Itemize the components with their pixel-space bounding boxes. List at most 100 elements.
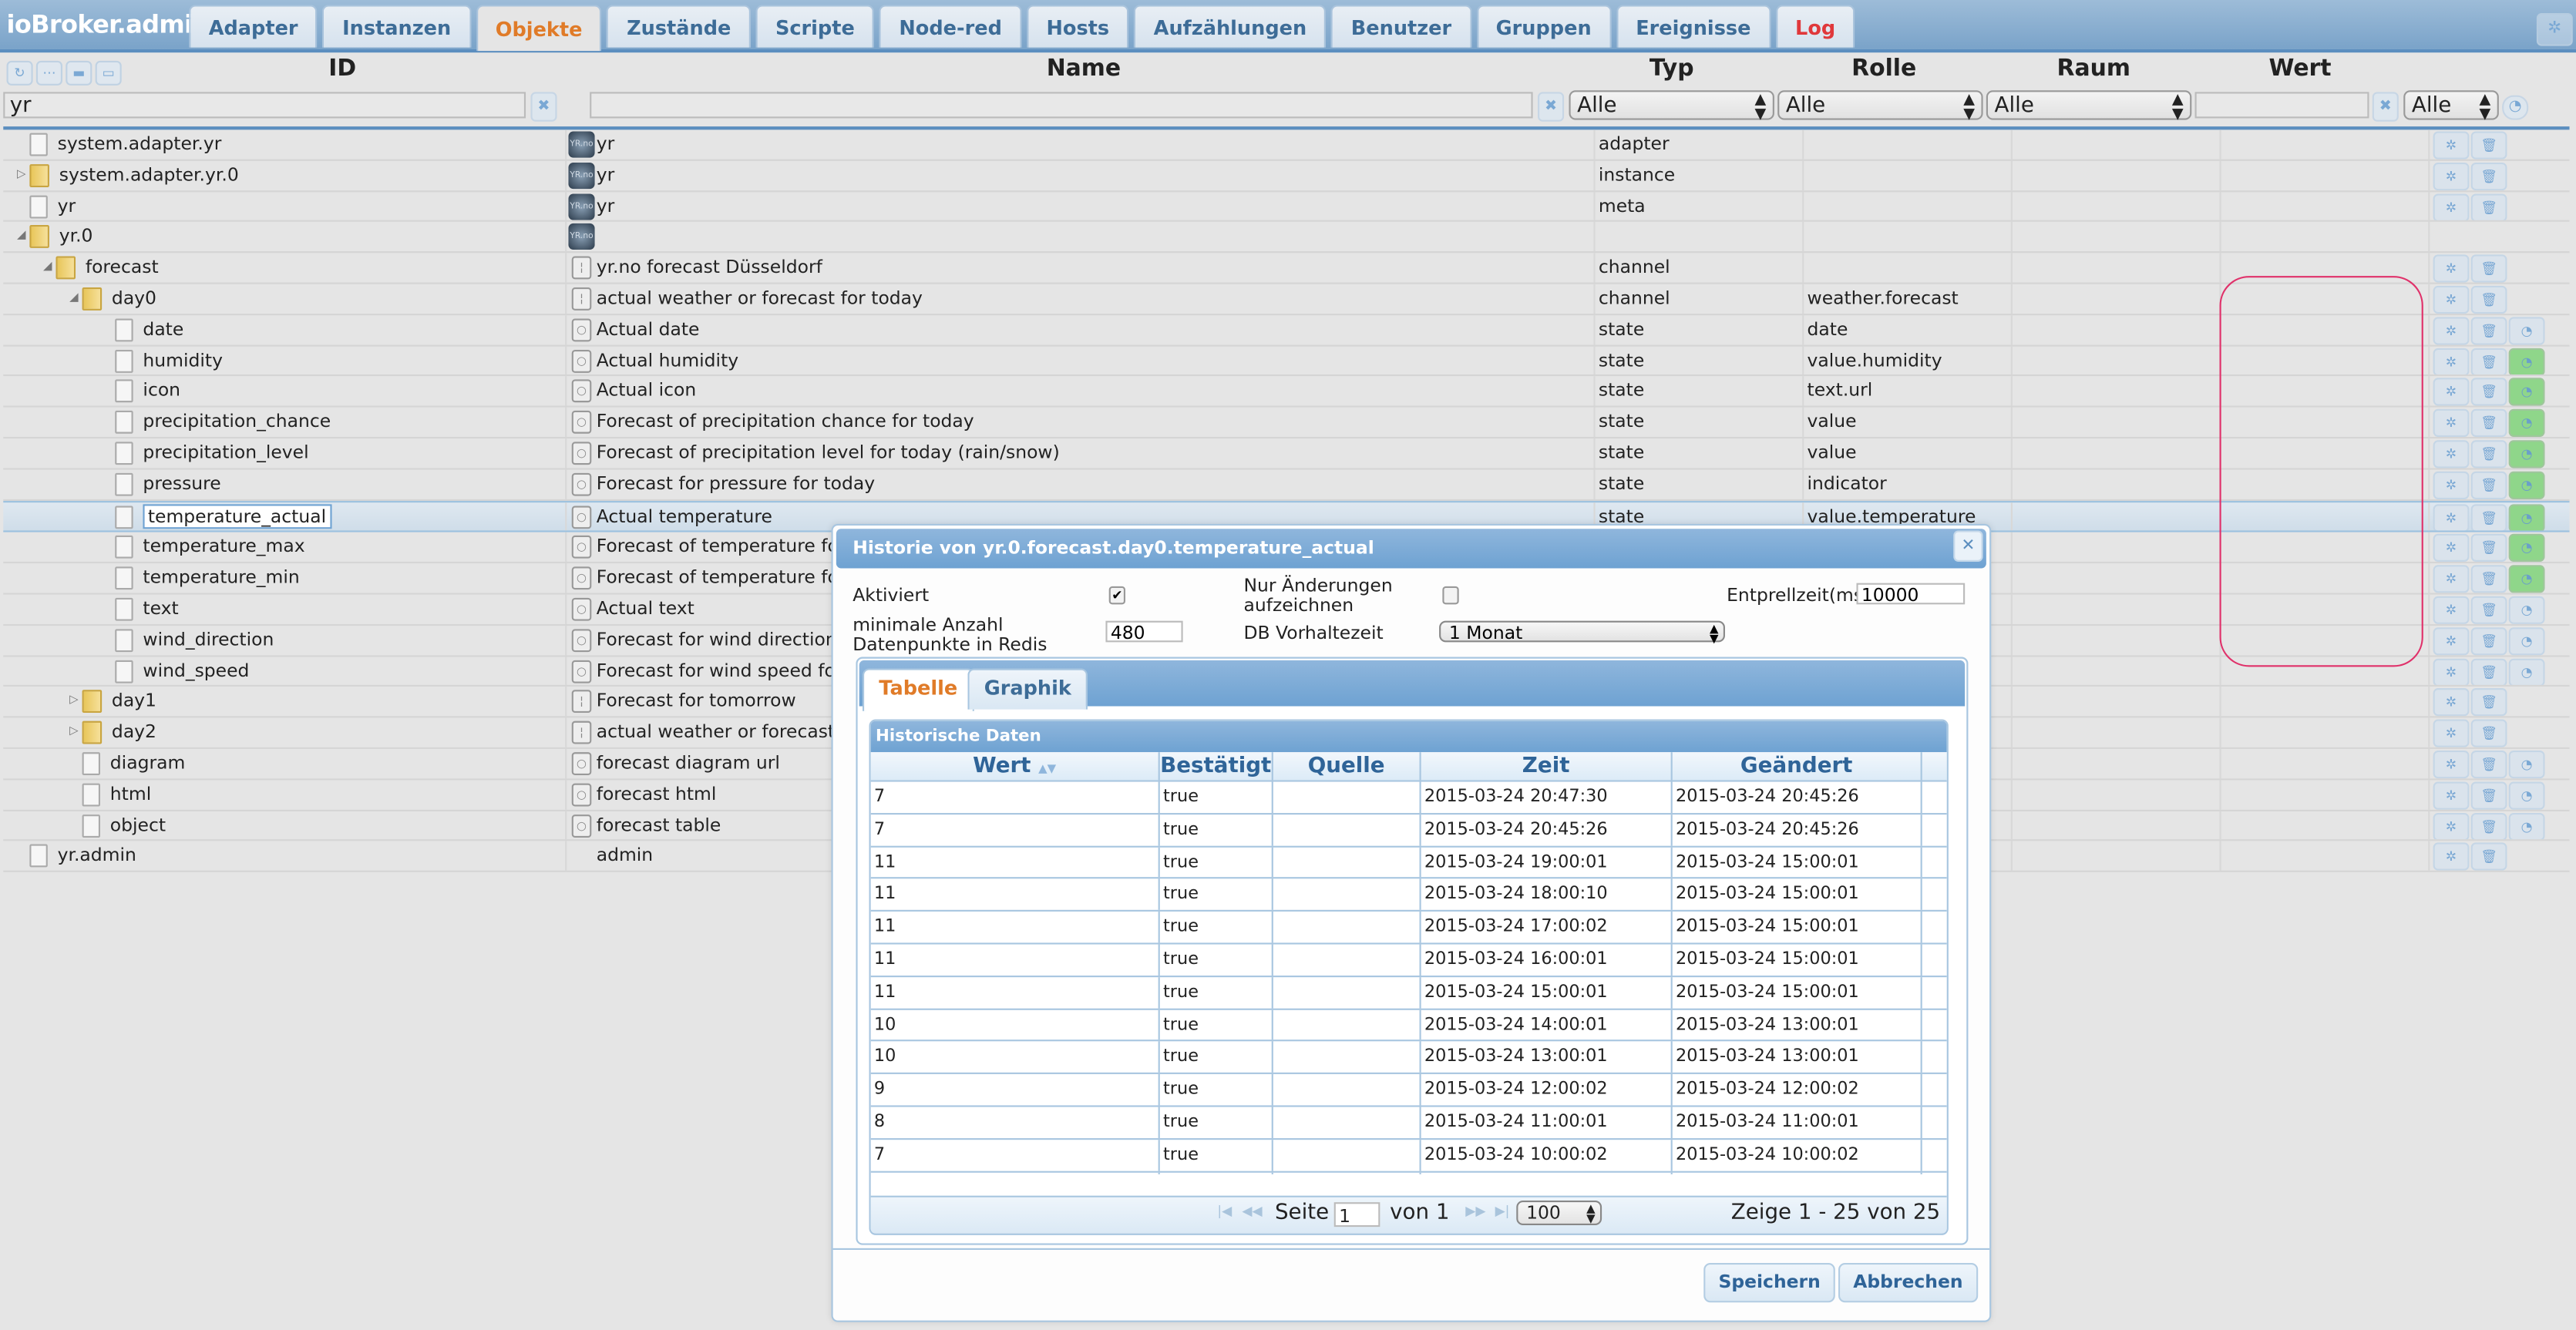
- min-datenpunkte-input[interactable]: 480: [1105, 620, 1183, 644]
- grid-col-zeit[interactable]: Zeit: [1421, 752, 1673, 781]
- tree-row[interactable]: precipitation_chance ○ Forecast of precipi…: [3, 407, 2570, 439]
- tree-row[interactable]: icon ○ Actual icon state text.url ✲ 🗑 ◔: [3, 376, 2570, 408]
- grid-row[interactable]: 8 true 2015-03-24 11:00:01 2015-03-24 11:00…: [870, 1107, 1947, 1140]
- delete-button[interactable]: 🗑: [2470, 596, 2507, 624]
- tab-zust-nde[interactable]: Zustände: [607, 5, 751, 48]
- tab-ereignisse[interactable]: Ereignisse: [1616, 5, 1771, 48]
- tab-node-red[interactable]: Node-red: [879, 5, 1022, 48]
- edit-button[interactable]: ✲: [2433, 657, 2470, 686]
- history-filter-select[interactable]: Alle ▲ ▼: [2403, 90, 2499, 123]
- tree-row[interactable]: system.adapter.yr YR.no yr adapter ✲ 🗑: [3, 129, 2570, 161]
- history-button[interactable]: ◔: [2508, 781, 2545, 809]
- delete-button[interactable]: 🗑: [2470, 781, 2507, 809]
- history-button[interactable]: ◔: [2508, 657, 2545, 686]
- refresh-button[interactable]: ↻: [6, 60, 33, 86]
- grid-row[interactable]: 7 true 2015-03-24 20:47:30 2015-03-24 20:45…: [870, 781, 1947, 814]
- edit-button[interactable]: ✲: [2433, 719, 2470, 747]
- grid-col-wert[interactable]: Wert ▲▼: [871, 752, 1160, 781]
- column-header-rolle[interactable]: Rolle: [1851, 55, 1916, 82]
- delete-button[interactable]: 🗑: [2470, 162, 2507, 190]
- delete-button[interactable]: 🗑: [2470, 843, 2507, 871]
- history-button[interactable]: ◔: [2508, 534, 2545, 563]
- history-button[interactable]: ◔: [2508, 471, 2545, 499]
- tab-adapter[interactable]: Adapter: [189, 5, 318, 48]
- tree-row[interactable]: humidity ○ Actual humidity state value.humid…: [3, 345, 2570, 377]
- delete-button[interactable]: 🗑: [2470, 254, 2507, 283]
- delete-button[interactable]: 🗑: [2470, 719, 2507, 747]
- settings-button[interactable]: ✲: [2536, 13, 2573, 46]
- tab-tabelle[interactable]: Tabelle: [862, 668, 974, 711]
- grid-row[interactable]: 10 true 2015-03-24 14:00:01 2015-03-24 13:0…: [870, 1009, 1947, 1043]
- collapse-folders-button[interactable]: ▬: [66, 60, 92, 86]
- tree-row[interactable]: ◢ yr.0 YR.no: [3, 222, 2570, 254]
- delete-button[interactable]: 🗑: [2470, 750, 2507, 778]
- delete-button[interactable]: 🗑: [2470, 193, 2507, 221]
- aktiviert-checkbox[interactable]: ✔: [1108, 586, 1126, 605]
- delete-button[interactable]: 🗑: [2470, 347, 2507, 375]
- tab-aufz-hlungen[interactable]: Aufzählungen: [1134, 5, 1327, 48]
- save-button[interactable]: Speichern: [1703, 1263, 1836, 1303]
- grid-row[interactable]: 11 true 2015-03-24 15:00:01 2015-03-24 15:0…: [870, 976, 1947, 1009]
- rows-per-page-select[interactable]: 100 ▲ ▼: [1516, 1201, 1602, 1226]
- delete-button[interactable]: 🗑: [2470, 657, 2507, 686]
- first-page-button[interactable]: |◀: [1217, 1204, 1232, 1218]
- grid-row[interactable]: 9 true 2015-03-24 12:00:02 2015-03-24 12:00…: [870, 1074, 1947, 1107]
- wert-filter-clear-button[interactable]: ✖: [2372, 92, 2399, 122]
- edit-button[interactable]: ✲: [2433, 193, 2470, 221]
- delete-button[interactable]: 🗑: [2470, 440, 2507, 468]
- column-header-id[interactable]: ID: [328, 55, 356, 82]
- rolle-filter-select[interactable]: Alle ▲ ▼: [1777, 90, 1983, 123]
- cancel-button[interactable]: Abbrechen: [1838, 1263, 1978, 1303]
- column-header-wert[interactable]: Wert: [2268, 55, 2331, 82]
- tab-hosts[interactable]: Hosts: [1026, 5, 1129, 48]
- delete-button[interactable]: 🗑: [2470, 688, 2507, 717]
- tree-row[interactable]: date ○ Actual date state date ✲ 🗑 ◔: [3, 314, 2570, 346]
- expand-icon[interactable]: ▷: [66, 687, 82, 717]
- tree-row[interactable]: pressure ○ Forecast for pressure for today…: [3, 469, 2570, 501]
- collapse-icon[interactable]: ◢: [13, 223, 29, 252]
- delete-button[interactable]: 🗑: [2470, 378, 2507, 406]
- history-button[interactable]: ◔: [2508, 409, 2545, 437]
- grid-row[interactable]: 10 true 2015-03-24 13:00:01 2015-03-24 13:0…: [870, 1042, 1947, 1075]
- edit-button[interactable]: ✲: [2433, 781, 2470, 809]
- prev-page-button[interactable]: ◀◀: [1242, 1204, 1262, 1218]
- tab-log[interactable]: Log: [1775, 5, 1855, 48]
- name-filter-clear-button[interactable]: ✖: [1537, 92, 1565, 122]
- collapse-icon[interactable]: ◢: [66, 284, 82, 314]
- wert-filter-input[interactable]: [2194, 92, 2369, 119]
- edit-button[interactable]: ✲: [2433, 534, 2470, 563]
- delete-button[interactable]: 🗑: [2470, 316, 2507, 344]
- delete-button[interactable]: 🗑: [2470, 812, 2507, 840]
- edit-button[interactable]: ✲: [2433, 440, 2470, 468]
- tree-row[interactable]: yr YR.no yr meta ✲ 🗑: [3, 191, 2570, 223]
- tab-objekte[interactable]: Objekte: [476, 5, 603, 52]
- id-filter-input[interactable]: yr: [3, 92, 526, 119]
- tab-gruppen[interactable]: Gruppen: [1476, 5, 1612, 48]
- tree-row[interactable]: ◢ day0 ¦ actual weather or forecast for tod…: [3, 284, 2570, 315]
- grid-row[interactable]: 11 true 2015-03-24 17:00:02 2015-03-24 15:0…: [870, 912, 1947, 945]
- tree-row[interactable]: ▷ system.adapter.yr.0 YR.no yr instance ✲ 🗑: [3, 160, 2570, 192]
- collapse-icon[interactable]: ◢: [39, 254, 55, 283]
- edit-button[interactable]: ✲: [2433, 409, 2470, 437]
- grid-row[interactable]: 11 true 2015-03-24 19:00:01 2015-03-24 15:0…: [870, 846, 1947, 880]
- id-filter-clear-button[interactable]: ✖: [530, 92, 557, 122]
- column-header-name[interactable]: Name: [1047, 55, 1121, 82]
- history-button[interactable]: ◔: [2508, 812, 2545, 840]
- delete-button[interactable]: 🗑: [2470, 503, 2507, 532]
- db-vorhaltezeit-select[interactable]: 1 Monat ▲ ▼: [1439, 620, 1725, 645]
- history-button[interactable]: ◔: [2508, 750, 2545, 778]
- collapse-all-button[interactable]: ⋯: [35, 60, 62, 86]
- delete-button[interactable]: 🗑: [2470, 626, 2507, 655]
- edit-button[interactable]: ✲: [2433, 162, 2470, 190]
- history-button[interactable]: ◔: [2508, 440, 2545, 468]
- delete-button[interactable]: 🗑: [2470, 471, 2507, 499]
- edit-button[interactable]: ✲: [2433, 843, 2470, 871]
- grid-col-quelle[interactable]: Quelle: [1273, 752, 1421, 781]
- grid-row[interactable]: 11 true 2015-03-24 18:00:10 2015-03-24 15:0…: [870, 879, 1947, 912]
- grid-col-geaendert[interactable]: Geändert: [1673, 752, 1922, 781]
- tree-row[interactable]: precipitation_level ○ Forecast of precipit…: [3, 438, 2570, 470]
- edit-button[interactable]: ✲: [2433, 750, 2470, 778]
- edit-button[interactable]: ✲: [2433, 347, 2470, 375]
- dialog-title-bar[interactable]: Historie von yr.0.forecast.day0.temperat…: [836, 529, 1986, 569]
- typ-filter-select[interactable]: Alle ▲ ▼: [1569, 90, 1774, 123]
